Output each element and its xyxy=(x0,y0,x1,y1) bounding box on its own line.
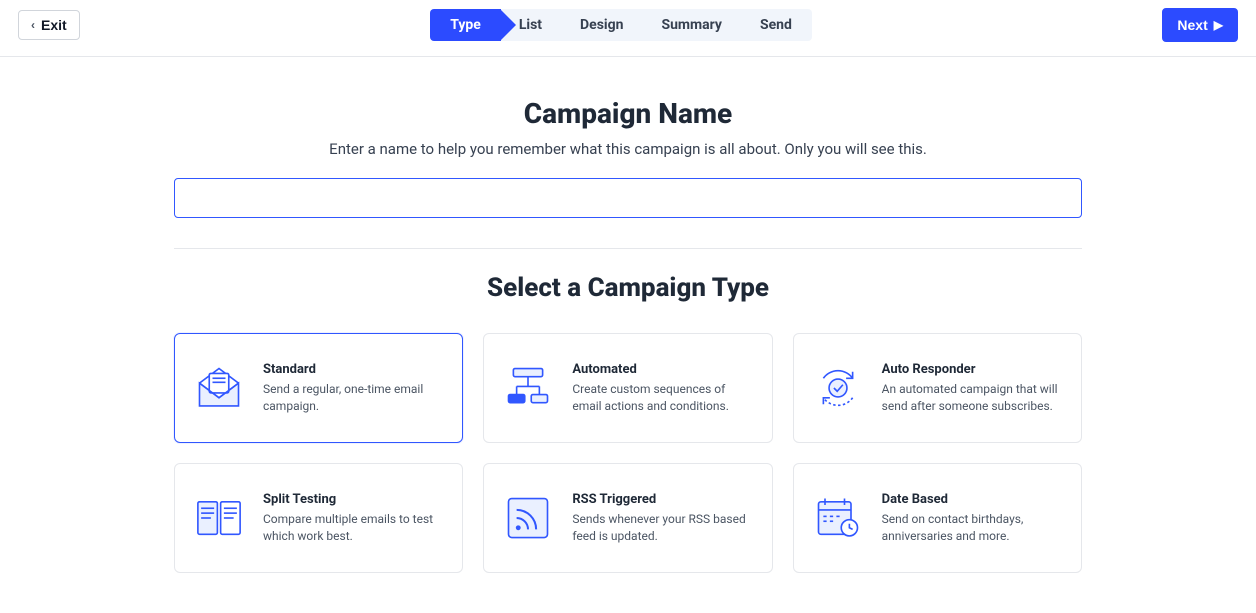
refresh-check-icon xyxy=(812,362,864,414)
card-title: Split Testing xyxy=(263,492,444,507)
ab-test-icon xyxy=(193,492,245,544)
card-desc: An automated campaign that will send aft… xyxy=(882,381,1063,413)
campaign-type-split-testing[interactable]: Split Testing Compare multiple emails to… xyxy=(174,463,463,573)
next-button-label: Next xyxy=(1177,17,1207,33)
campaign-type-rss-triggered[interactable]: RSS Triggered Sends whenever your RSS ba… xyxy=(483,463,772,573)
main-content: Campaign Name Enter a name to help you r… xyxy=(174,57,1082,613)
card-title: RSS Triggered xyxy=(572,492,753,507)
workflow-icon xyxy=(502,362,554,414)
step-type[interactable]: Type xyxy=(430,9,501,41)
chevron-right-icon: ▶ xyxy=(1214,18,1223,32)
step-label: Summary xyxy=(661,17,722,33)
card-title: Date Based xyxy=(882,492,1063,507)
chevron-left-icon: ‹ xyxy=(31,18,35,32)
card-desc: Send a regular, one-time email campaign. xyxy=(263,381,444,413)
calendar-clock-icon xyxy=(812,492,864,544)
section-title: Select a Campaign Type xyxy=(174,273,1082,303)
card-title: Standard xyxy=(263,362,444,377)
card-title: Automated xyxy=(572,362,753,377)
card-desc: Sends whenever your RSS based feed is up… xyxy=(572,511,753,543)
topbar: ‹ Exit Type List Design Summary Send Nex… xyxy=(0,0,1256,57)
campaign-type-standard[interactable]: Standard Send a regular, one-time email … xyxy=(174,333,463,443)
campaign-type-date-based[interactable]: Date Based Send on contact birthdays, an… xyxy=(793,463,1082,573)
campaign-type-grid: Standard Send a regular, one-time email … xyxy=(174,333,1082,573)
step-label: Send xyxy=(760,17,792,33)
step-send[interactable]: Send xyxy=(732,9,812,41)
exit-button-label: Exit xyxy=(41,17,67,33)
campaign-type-auto-responder[interactable]: Auto Responder An automated campaign tha… xyxy=(793,333,1082,443)
campaign-name-input[interactable] xyxy=(174,178,1082,218)
exit-button[interactable]: ‹ Exit xyxy=(18,10,80,40)
step-label: Type xyxy=(450,17,481,33)
rss-icon xyxy=(502,492,554,544)
step-label: List xyxy=(519,17,542,33)
card-desc: Send on contact birthdays, anniversaries… xyxy=(882,511,1063,543)
page-title: Campaign Name xyxy=(174,97,1082,130)
step-label: Design xyxy=(580,17,623,33)
next-button[interactable]: Next ▶ xyxy=(1162,8,1238,42)
envelope-icon xyxy=(193,362,245,414)
step-design[interactable]: Design xyxy=(552,9,643,41)
wizard-stepper: Type List Design Summary Send xyxy=(430,9,812,41)
divider xyxy=(174,248,1082,249)
page-subtitle: Enter a name to help you remember what t… xyxy=(174,140,1082,158)
card-desc: Compare multiple emails to test which wo… xyxy=(263,511,444,543)
step-summary[interactable]: Summary xyxy=(633,9,742,41)
campaign-type-automated[interactable]: Automated Create custom sequences of ema… xyxy=(483,333,772,443)
card-title: Auto Responder xyxy=(882,362,1063,377)
card-desc: Create custom sequences of email actions… xyxy=(572,381,753,413)
